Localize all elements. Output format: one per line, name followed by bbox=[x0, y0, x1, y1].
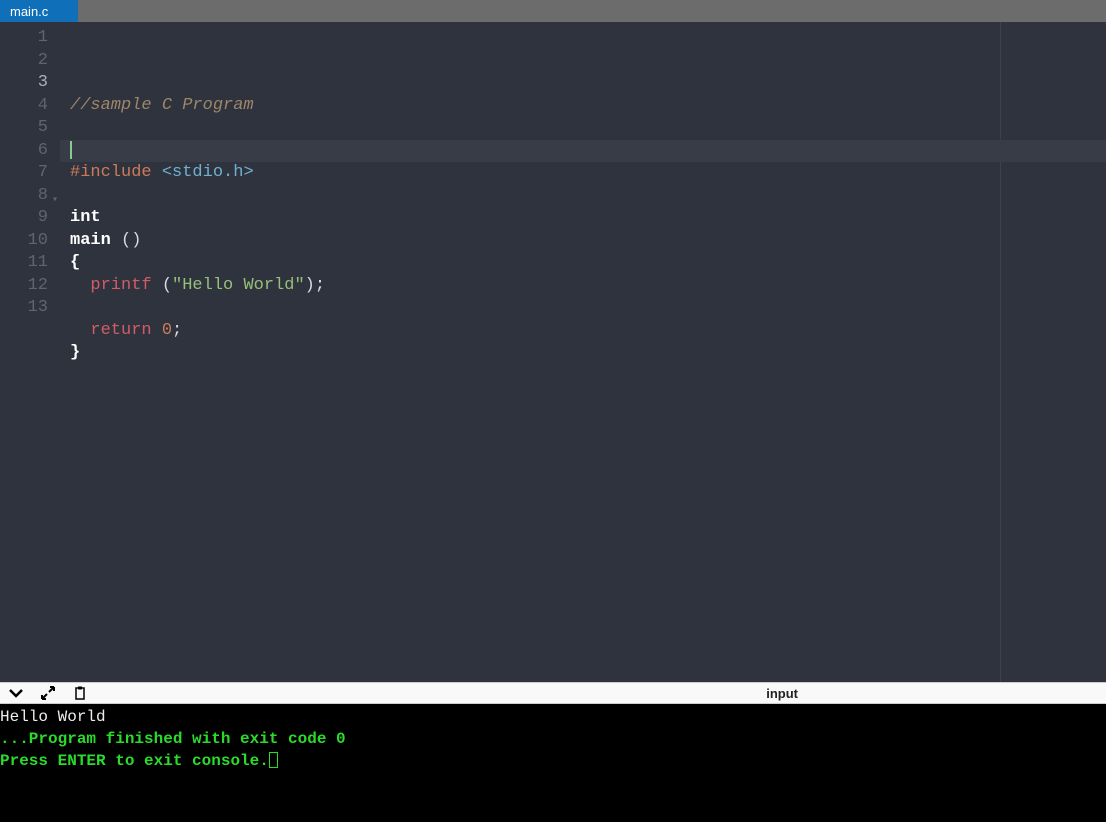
code-line[interactable]: return 0; bbox=[70, 320, 1106, 343]
console-line: ...Program finished with exit code 0 bbox=[0, 728, 1106, 750]
line-number: 7 bbox=[0, 162, 48, 185]
console-cursor bbox=[269, 752, 278, 768]
code-token: ( bbox=[162, 276, 172, 295]
code-line[interactable] bbox=[70, 365, 1106, 388]
code-line[interactable]: { bbox=[70, 252, 1106, 275]
tab-bar: main.c bbox=[0, 0, 1106, 22]
line-number: 13 bbox=[0, 297, 48, 320]
line-number-gutter: 12345678▾910111213 bbox=[0, 22, 60, 682]
code-line[interactable] bbox=[70, 185, 1106, 208]
fold-marker-icon[interactable]: ▾ bbox=[52, 190, 58, 213]
console-toolbar: input bbox=[0, 682, 1106, 704]
code-line[interactable]: printf ("Hello World"); bbox=[70, 275, 1106, 298]
code-line[interactable]: int bbox=[70, 207, 1106, 230]
code-token: <stdio.h> bbox=[162, 163, 254, 182]
code-line[interactable]: #include <stdio.h> bbox=[70, 162, 1106, 185]
line-number: 11 bbox=[0, 252, 48, 275]
line-number: 3 bbox=[0, 72, 48, 95]
code-line[interactable] bbox=[60, 140, 1106, 163]
code-token: { bbox=[70, 253, 80, 272]
chevron-down-icon[interactable] bbox=[8, 685, 24, 701]
code-token: printf bbox=[90, 276, 161, 295]
code-token: ); bbox=[305, 276, 325, 295]
console-output[interactable]: Hello World...Program finished with exit… bbox=[0, 704, 1106, 822]
code-line[interactable]: main () bbox=[70, 230, 1106, 253]
code-token: 0 bbox=[162, 321, 172, 340]
line-number: 10 bbox=[0, 230, 48, 253]
code-token: //sample C Program bbox=[70, 96, 254, 115]
code-token: "Hello World" bbox=[172, 276, 305, 295]
line-number: 9 bbox=[0, 207, 48, 230]
input-label: input bbox=[766, 686, 798, 701]
clipboard-icon[interactable] bbox=[72, 685, 88, 701]
code-content[interactable]: //sample C Program #include <stdio.h> int m… bbox=[60, 22, 1106, 682]
code-line[interactable]: } bbox=[70, 342, 1106, 365]
code-token: int bbox=[70, 208, 101, 227]
line-number: 5 bbox=[0, 117, 48, 140]
code-token: () bbox=[121, 231, 141, 250]
line-number: 2 bbox=[0, 50, 48, 73]
code-token: } bbox=[70, 343, 80, 362]
code-line[interactable] bbox=[70, 297, 1106, 320]
code-token bbox=[70, 321, 90, 340]
code-line[interactable] bbox=[70, 117, 1106, 140]
code-token: return bbox=[90, 321, 161, 340]
line-number: 1 bbox=[0, 27, 48, 50]
code-editor[interactable]: 12345678▾910111213 //sample C Program#in… bbox=[0, 22, 1106, 682]
code-token: main bbox=[70, 231, 121, 250]
code-token: ; bbox=[172, 321, 182, 340]
line-number: 12 bbox=[0, 275, 48, 298]
code-token: #include bbox=[70, 163, 162, 182]
line-number: 6 bbox=[0, 140, 48, 163]
expand-icon[interactable] bbox=[40, 685, 56, 701]
line-number: 8▾ bbox=[0, 185, 48, 208]
file-tab-main-c[interactable]: main.c bbox=[0, 0, 78, 22]
code-token bbox=[70, 276, 90, 295]
file-tab-label: main.c bbox=[10, 4, 48, 19]
console-line: Hello World bbox=[0, 706, 1106, 728]
text-cursor bbox=[70, 141, 72, 159]
console-line: Press ENTER to exit console. bbox=[0, 750, 1106, 772]
line-number: 4 bbox=[0, 95, 48, 118]
code-line[interactable]: //sample C Program bbox=[70, 95, 1106, 118]
